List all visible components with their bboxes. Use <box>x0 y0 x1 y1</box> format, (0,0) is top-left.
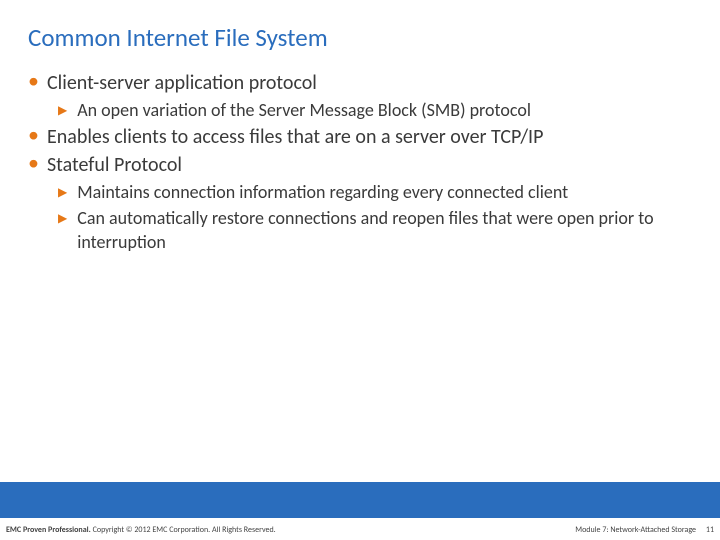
footer-page-number: 11 <box>706 525 714 535</box>
bullet-dot-icon: • <box>28 70 39 92</box>
bullet-text: An open variation of the Server Message … <box>77 98 531 122</box>
bullet-text: Stateful Protocol <box>47 152 182 178</box>
bullet-text: Enables clients to access files that are… <box>47 124 543 150</box>
bullet-arrow-icon: ▶ <box>58 100 67 122</box>
bullet-text: Client-server application protocol <box>47 70 317 96</box>
bullet-level1: • Client-server application protocol <box>28 70 692 96</box>
slide-title: Common Internet File System <box>28 22 328 53</box>
footer-copyright: EMC Proven Professional. Copyright © 201… <box>6 525 276 535</box>
bullet-arrow-icon: ▶ <box>58 182 67 204</box>
footer-accent-bar <box>0 482 720 518</box>
slide-body: • Client-server application protocol ▶ A… <box>28 68 692 254</box>
bullet-level1: • Enables clients to access files that a… <box>28 124 692 150</box>
slide: Common Internet File System • Client-ser… <box>0 0 720 540</box>
footer-brand: EMC Proven Professional. <box>6 525 91 535</box>
footer-copyright-text: Copyright © 2012 EMC Corporation. All Ri… <box>91 525 276 535</box>
bullet-text: Can automatically restore connections an… <box>77 206 692 254</box>
footer: EMC Proven Professional. Copyright © 201… <box>0 518 720 540</box>
bullet-level1: • Stateful Protocol <box>28 152 692 178</box>
bullet-text: Maintains connection information regardi… <box>77 180 568 204</box>
bullet-level2: ▶ An open variation of the Server Messag… <box>58 98 692 122</box>
bullet-arrow-icon: ▶ <box>58 208 67 230</box>
bullet-level2: ▶ Maintains connection information regar… <box>58 180 692 204</box>
bullet-dot-icon: • <box>28 124 39 146</box>
bullet-dot-icon: • <box>28 152 39 174</box>
footer-module: Module 7: Network-Attached Storage <box>575 525 696 535</box>
bullet-level2: ▶ Can automatically restore connections … <box>58 206 692 254</box>
